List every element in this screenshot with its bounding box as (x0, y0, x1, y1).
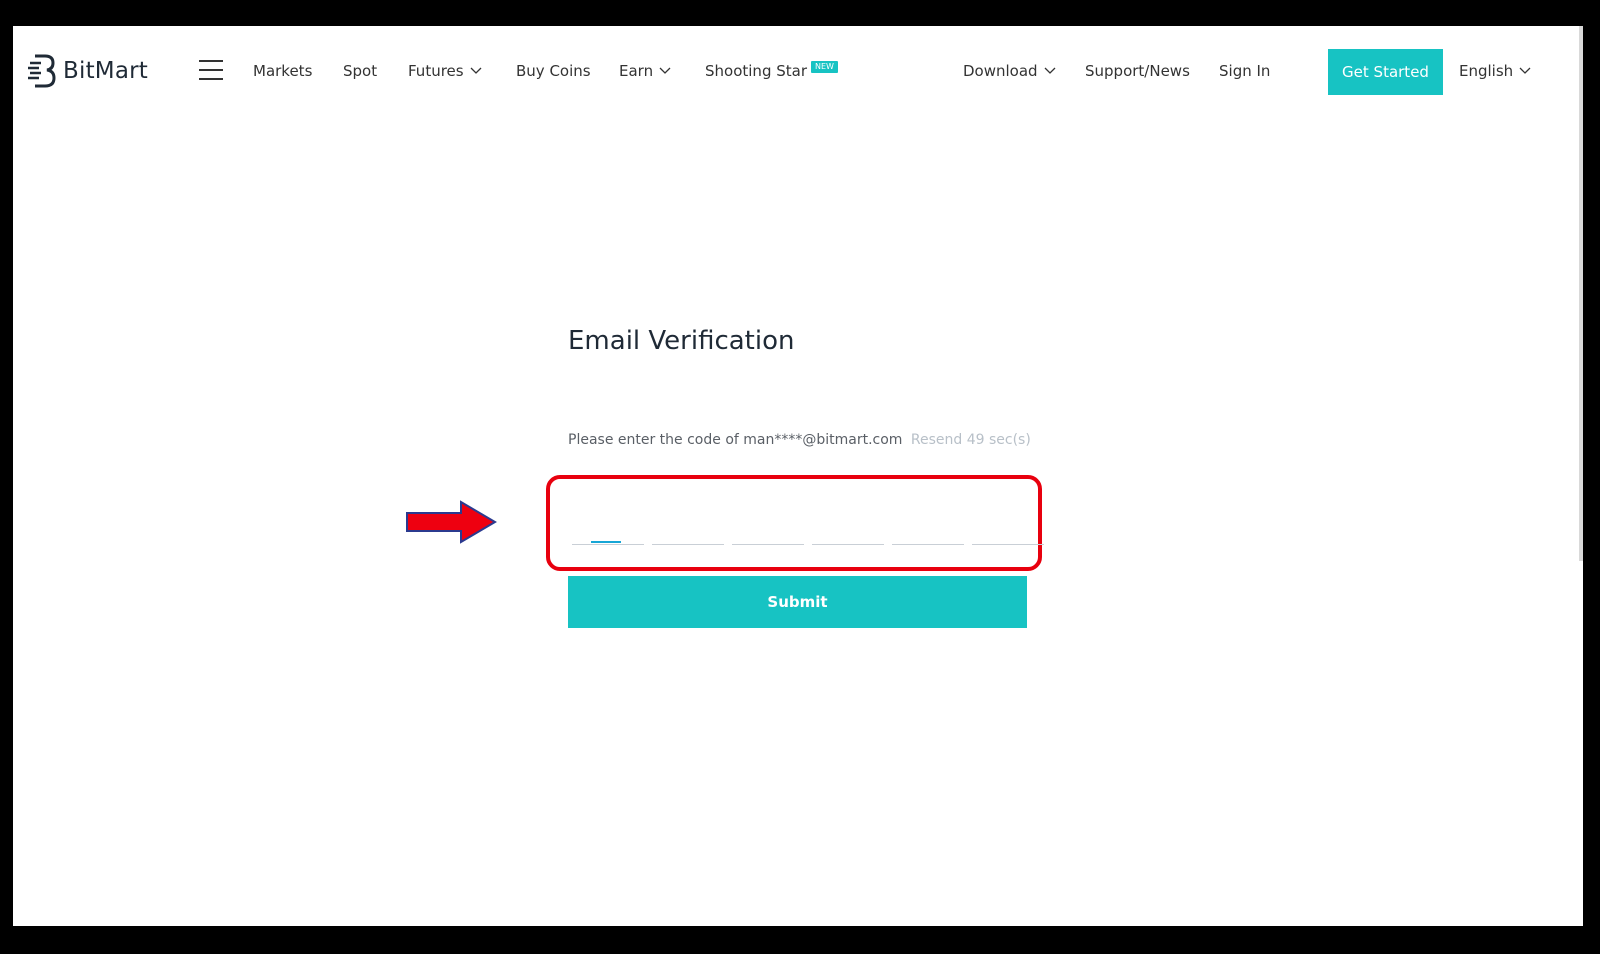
nav-spot-label: Spot (343, 62, 378, 80)
code-digit-1[interactable] (572, 504, 644, 545)
new-badge: NEW (811, 61, 838, 73)
submit-button[interactable]: Submit (568, 576, 1027, 628)
chevron-down-icon (470, 67, 482, 74)
nav-download-label: Download (963, 62, 1038, 80)
nav-sign-in-label: Sign In (1219, 62, 1271, 80)
nav-futures-label: Futures (408, 62, 464, 80)
code-digit-4[interactable] (812, 504, 884, 545)
chevron-down-icon (659, 67, 671, 74)
resend-countdown[interactable]: Resend 49 sec(s) (911, 432, 1031, 448)
brand-name: BitMart (63, 58, 148, 84)
nav-earn[interactable]: Earn (619, 60, 671, 82)
bitmart-logo-icon (28, 54, 56, 88)
bitmart-logo[interactable]: BitMart (27, 53, 148, 89)
chevron-down-icon (1044, 67, 1056, 74)
nav-buy-coins[interactable]: Buy Coins (516, 60, 591, 82)
code-digit-5[interactable] (892, 504, 964, 545)
nav-buy-coins-label: Buy Coins (516, 62, 591, 80)
arrow-right-icon (406, 500, 497, 544)
nav-download[interactable]: Download (963, 60, 1056, 82)
browser-page: BitMart Markets Spot Futures Buy Coins E… (13, 26, 1583, 926)
verification-code-input (572, 504, 1044, 545)
prompt-text: Please enter the code of man****@bitmart… (568, 432, 903, 448)
nav-futures[interactable]: Futures (408, 60, 482, 82)
chevron-down-icon (1519, 67, 1531, 74)
code-digit-2[interactable] (652, 504, 724, 545)
nav-sign-in[interactable]: Sign In (1219, 60, 1270, 82)
verification-prompt: Please enter the code of man****@bitmart… (568, 432, 1031, 448)
get-started-button[interactable]: Get Started (1328, 49, 1443, 95)
nav-markets[interactable]: Markets (253, 60, 312, 82)
nav-shooting-star-label: Shooting Star (705, 62, 807, 80)
hamburger-icon[interactable] (199, 60, 223, 80)
page-title: Email Verification (568, 326, 795, 356)
code-digit-3[interactable] (732, 504, 804, 545)
nav-spot[interactable]: Spot (343, 60, 377, 82)
language-label: English (1459, 62, 1514, 80)
nav-markets-label: Markets (253, 62, 313, 80)
code-digit-6[interactable] (972, 504, 1044, 545)
language-selector[interactable]: English (1459, 60, 1531, 82)
nav-support-news-label: Support/News (1085, 62, 1190, 80)
nav-shooting-star[interactable]: Shooting Star NEW (705, 60, 838, 82)
top-navigation: BitMart Markets Spot Futures Buy Coins E… (13, 26, 1583, 116)
nav-earn-label: Earn (619, 62, 654, 80)
focus-indicator (591, 541, 621, 543)
nav-support-news[interactable]: Support/News (1085, 60, 1190, 82)
